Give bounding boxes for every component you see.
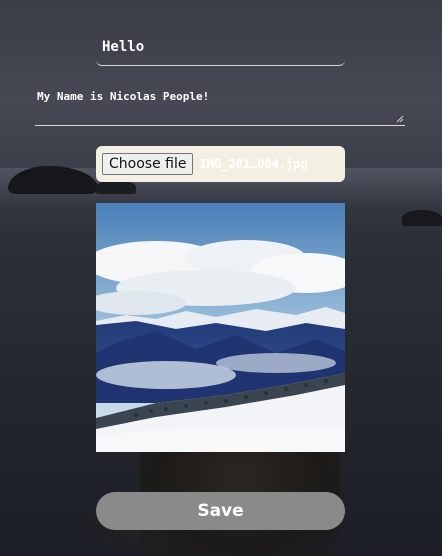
bio-text: My Name is Nicolas People!: [37, 90, 210, 103]
save-button[interactable]: Save: [96, 492, 345, 530]
mountain-photo: [96, 203, 345, 452]
image-preview: [96, 203, 345, 452]
bio-textarea[interactable]: My Name is Nicolas People!: [35, 86, 405, 126]
file-upload-field: Choose file IMG_201…004.jpg: [96, 146, 345, 182]
background-rock: [402, 210, 442, 226]
resize-handle-icon[interactable]: [396, 115, 404, 123]
selected-file-name: IMG_201…004.jpg: [199, 157, 308, 171]
name-input[interactable]: Hello: [96, 32, 345, 66]
choose-file-button[interactable]: Choose file: [102, 153, 194, 175]
background-rock: [96, 180, 136, 194]
